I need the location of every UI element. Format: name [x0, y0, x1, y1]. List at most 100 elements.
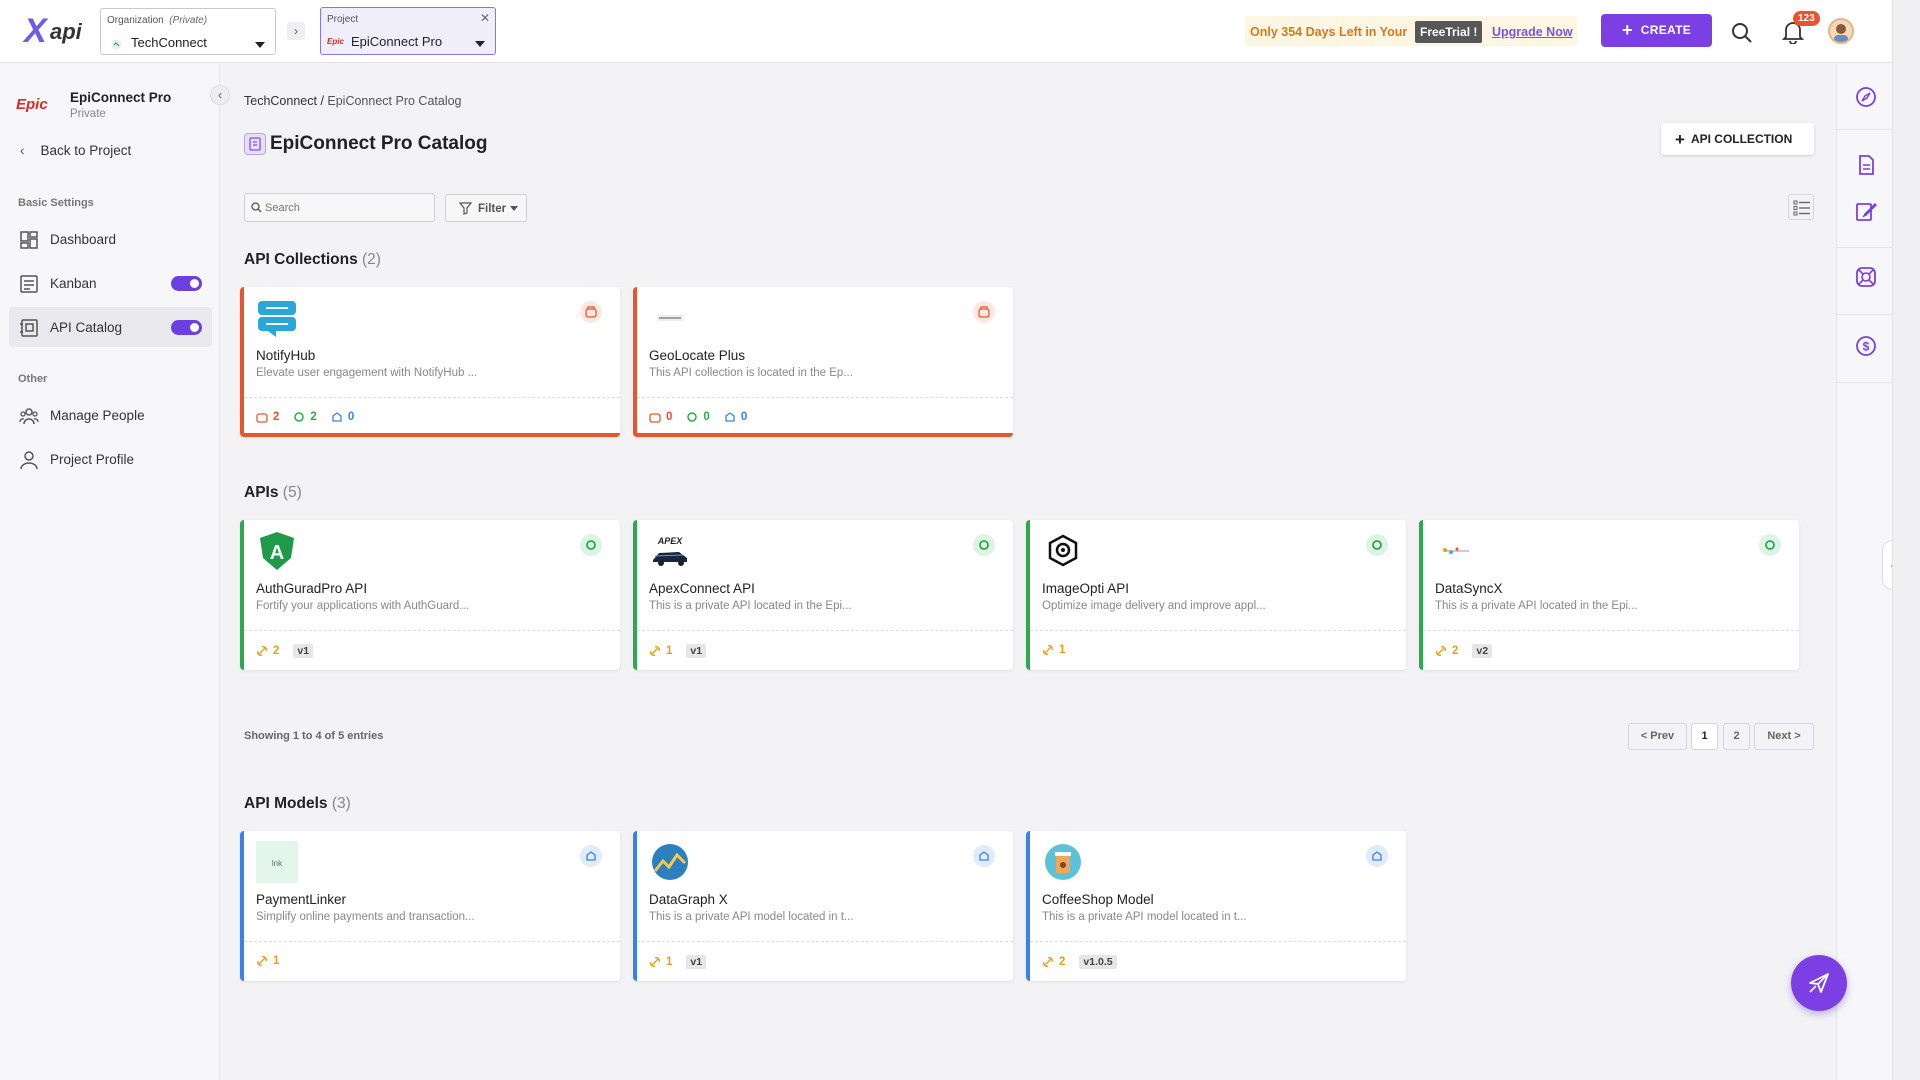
endpoint-count: 2 — [1042, 956, 1065, 968]
collapse-sidebar-button[interactable]: ‹ — [210, 85, 230, 105]
card-description: This is a private API located in the Epi… — [1435, 600, 1638, 612]
notifyhub-logo — [258, 301, 296, 337]
upgrade-link[interactable]: Upgrade Now — [1492, 25, 1573, 39]
model-card-datagraph-x[interactable]: DataGraph X This is a private API model … — [633, 831, 1013, 981]
apex-car-logo: APEX — [653, 536, 687, 566]
api-badge-icon — [1759, 534, 1781, 556]
card-description: Simplify online payments and transaction… — [256, 911, 475, 923]
org-label: Organization — [107, 15, 164, 26]
people-icon — [19, 408, 39, 425]
other-heading: Other — [18, 373, 48, 385]
endpoint-count: 1 — [649, 956, 672, 968]
collection-icon — [256, 413, 268, 423]
model-card-coffeeshop[interactable]: CoffeeShop Model This is a private API m… — [1026, 831, 1406, 981]
page-1-button[interactable]: 1 — [1691, 723, 1718, 750]
app-logo[interactable]: Xapi — [24, 14, 86, 48]
search-input[interactable] — [265, 198, 425, 218]
svg-text:APEX: APEX — [657, 536, 684, 546]
page-2-button[interactable]: 2 — [1723, 723, 1750, 750]
chevron-right-icon[interactable]: › — [287, 22, 305, 40]
version-badge: v2 — [1472, 644, 1493, 658]
coffeeshop-logo — [1045, 844, 1081, 880]
card-title: PaymentLinker — [256, 892, 347, 907]
project-label: Project — [327, 14, 359, 25]
api-badge-icon — [973, 534, 995, 556]
models-count: 0 — [724, 411, 747, 423]
project-select[interactable]: Project ✕ Epic EpiConnect Pro — [320, 7, 496, 55]
breadcrumb: TechConnect / EpiConnect Pro Catalog — [244, 94, 462, 108]
edit-icon[interactable] — [1855, 200, 1877, 222]
dollar-icon[interactable]: $ — [1855, 335, 1877, 357]
link-icon — [650, 646, 660, 656]
pagination-summary: Showing 1 to 4 of 5 entries — [244, 730, 384, 742]
api-badge-icon — [580, 534, 602, 556]
svg-text:lnk: lnk — [272, 859, 283, 868]
svg-text:A: A — [270, 542, 284, 564]
sidebar-item-kanban[interactable]: Kanban — [9, 263, 212, 303]
card-title: ApexConnect API — [649, 581, 755, 596]
paymentlinker-logo: lnk — [256, 841, 298, 883]
list-view-toggle[interactable] — [1788, 194, 1814, 220]
back-to-project-link[interactable]: ‹ Back to Project — [20, 143, 131, 158]
project-logo: Epic — [16, 96, 48, 113]
plus-icon: + — [1621, 20, 1633, 40]
link-icon — [650, 957, 660, 967]
model-icon — [332, 412, 342, 422]
link-icon — [1436, 646, 1446, 656]
card-description: Fortify your applications with AuthGuard… — [256, 600, 469, 612]
close-icon[interactable]: ✕ — [480, 11, 490, 25]
lifebuoy-icon[interactable] — [1855, 266, 1877, 288]
card-title: DataGraph X — [649, 892, 728, 907]
add-api-collection-button[interactable]: + API COLLECTION — [1661, 123, 1814, 155]
sidebar-item-api-catalog[interactable]: API Catalog — [9, 307, 212, 347]
collection-card-notifyhub[interactable]: NotifyHub Elevate user engagement with N… — [240, 287, 620, 437]
next-page-button[interactable]: Next > — [1754, 723, 1814, 750]
sidebar-item-dashboard[interactable]: Dashboard — [9, 219, 212, 259]
catalog-icon — [244, 133, 266, 155]
api-card-datasyncx[interactable]: DataSyncX This is a private API located … — [1419, 520, 1799, 670]
chevron-down-icon — [255, 42, 265, 48]
endpoint-count: 1 — [1042, 644, 1065, 656]
sidebar-item-project-profile[interactable]: Project Profile — [9, 439, 212, 479]
hexagon-logo — [1048, 534, 1078, 567]
link-icon — [1043, 957, 1053, 967]
api-card-authguradpro[interactable]: A AuthGuradPro API Fortify your applicat… — [240, 520, 620, 670]
basic-settings-heading: Basic Settings — [18, 197, 94, 209]
model-badge-icon — [973, 845, 995, 867]
quick-action-button[interactable] — [1791, 955, 1847, 1011]
compass-icon[interactable] — [1855, 86, 1877, 108]
api-card-imageopti[interactable]: ImageOpti API Optimize image delivery an… — [1026, 520, 1406, 670]
apis-heading: APIs (5) — [244, 484, 302, 501]
card-description: This is a private API located in the Epi… — [649, 600, 852, 612]
endpoint-count: 1 — [649, 645, 672, 657]
organization-select[interactable]: Organization (Private) TechConnect — [100, 8, 276, 55]
api-card-apexconnect[interactable]: APEX ApexConnect API This is a private A… — [633, 520, 1013, 670]
project-value: EpiConnect Pro — [351, 34, 443, 49]
datasync-logo — [1443, 547, 1469, 554]
search-icon[interactable] — [1731, 22, 1753, 44]
api-collections-heading: API Collections (2) — [244, 251, 381, 268]
card-description: This is a private API model located in t… — [1042, 911, 1247, 923]
filter-icon — [459, 202, 472, 215]
dashboard-icon — [20, 231, 38, 249]
avatar[interactable] — [1828, 18, 1854, 44]
link-icon — [257, 956, 267, 966]
breadcrumb-root[interactable]: TechConnect — [244, 94, 317, 108]
page-title: EpiConnect Pro Catalog — [270, 133, 488, 154]
sidebar-item-manage-people[interactable]: Manage People — [9, 395, 212, 435]
prev-page-button[interactable]: < Prev — [1628, 723, 1687, 750]
model-card-paymentlinker[interactable]: lnk PaymentLinker Simplify online paymen… — [240, 831, 620, 981]
card-title: GeoLocate Plus — [649, 348, 746, 363]
kanban-toggle[interactable] — [171, 276, 202, 291]
document-icon[interactable] — [1855, 154, 1877, 176]
create-button[interactable]: + CREATE — [1601, 14, 1712, 47]
filter-button[interactable]: Filter — [445, 194, 527, 222]
sidebar: Epic EpiConnect Pro Private ‹ Back to Pro… — [0, 64, 230, 1080]
trial-badge: FreeTrial ! — [1415, 21, 1483, 43]
model-badge-icon — [580, 845, 602, 867]
card-description: Elevate user engagement with NotifyHub .… — [256, 367, 478, 379]
scrollbar[interactable] — [1892, 0, 1920, 1080]
collection-card-geolocate-plus[interactable]: GeoLocate Plus This API collection is lo… — [633, 287, 1013, 437]
api-catalog-toggle[interactable] — [171, 320, 202, 335]
endpoint-count: 1 — [256, 955, 279, 967]
